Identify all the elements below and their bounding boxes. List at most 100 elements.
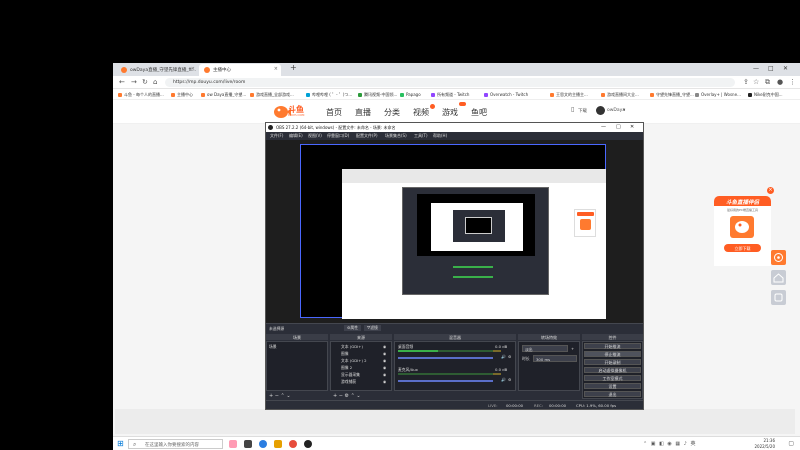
taskbar-search-input[interactable]: ⌕ 在这里输入你要搜索的内容 <box>128 439 223 449</box>
close-tab-icon[interactable]: × <box>274 66 278 72</box>
properties-button[interactable]: ⚙属性 <box>344 325 361 331</box>
virtual-camera-button[interactable]: 启动虚拟摄像机 <box>584 367 641 373</box>
scene-item[interactable]: 场景 <box>269 344 277 350</box>
settings-button[interactable]: 设置 <box>584 383 641 389</box>
eye-icon[interactable]: ◉ <box>383 372 386 377</box>
eye-icon[interactable]: ◉ <box>383 344 386 349</box>
minimize-icon[interactable]: — <box>753 65 759 72</box>
douyu-logo[interactable]: 斗鱼 DOUYU.COM <box>273 103 309 120</box>
menu-view[interactable]: 视图(V) <box>308 133 322 139</box>
menu-edit[interactable]: 编辑(E) <box>289 133 303 139</box>
notification-icon[interactable]: ▢ <box>788 440 794 447</box>
side-widget-button[interactable] <box>771 250 786 265</box>
new-tab-button[interactable]: + <box>290 63 297 72</box>
home-icon[interactable]: ⌂ <box>153 78 157 86</box>
speaker-icon[interactable]: 🔊 <box>501 377 506 382</box>
eye-icon[interactable]: ◉ <box>383 358 386 363</box>
windows-start-icon[interactable]: ⊞ <box>117 439 124 448</box>
gear-icon[interactable]: ⚙ <box>508 377 511 382</box>
side-app-button[interactable] <box>771 290 786 305</box>
menu-tools[interactable]: 工具(T) <box>414 133 428 139</box>
menu-scene-collection[interactable]: 场景集合(S) <box>385 133 407 139</box>
side-home-button[interactable] <box>771 270 786 285</box>
profile-icon[interactable]: ● <box>777 78 783 86</box>
chrome-icon[interactable] <box>289 440 297 448</box>
bookmark-item[interactable]: 守望先锋直播_守望... <box>650 92 694 98</box>
gear-icon[interactable]: ⚙ <box>508 354 511 359</box>
volume-slider[interactable] <box>398 380 493 382</box>
start-recording-button[interactable]: 开始录制 <box>584 359 641 365</box>
add-scene-icon[interactable]: + − ⌃ ⌄ <box>269 393 291 399</box>
plus-icon[interactable]: + <box>571 346 574 351</box>
eye-icon[interactable]: ◉ <box>383 365 386 370</box>
bookmark-item[interactable]: Nike耐克中国... <box>748 92 783 98</box>
bookmark-item[interactable]: 哔哩哔哩 ( ゜- ゜)つ... <box>306 92 352 98</box>
bookmark-item[interactable]: 游戏直播_全部游戏... <box>250 92 294 98</box>
close-window-icon[interactable]: ✕ <box>783 65 788 72</box>
extensions-icon[interactable]: ⧉ <box>765 78 770 87</box>
tab-douyu-live[interactable]: owDaya直播_守望先锋直播_ft... × <box>116 64 198 76</box>
avatar[interactable] <box>596 106 605 115</box>
bookmark-item[interactable]: 游戏直播间大全... <box>601 92 639 98</box>
stop-streaming-button[interactable]: 停止推流 <box>584 351 641 357</box>
url-input[interactable]: https://mp.douyu.com/live/room <box>165 78 735 87</box>
reload-icon[interactable]: ↻ <box>142 78 148 86</box>
taskbar-date[interactable]: 2022/5/20 <box>754 444 775 449</box>
close-promo-icon[interactable]: × <box>767 187 774 194</box>
duration-input[interactable]: 300 ms <box>533 355 577 362</box>
source-item[interactable]: 显示器采集 <box>341 372 360 378</box>
start-streaming-button[interactable]: 开始推流 <box>584 343 641 349</box>
chevron-down-icon[interactable]: ▾ <box>623 108 625 113</box>
speaker-icon[interactable]: 🔊 <box>501 354 506 359</box>
bookmark-item[interactable]: 王思文的主播主... <box>550 92 588 98</box>
file-explorer-icon[interactable] <box>274 440 282 448</box>
source-item[interactable]: 文本 (GDI+) 2 <box>341 358 367 364</box>
add-source-icon[interactable]: + − ⚙ ⌃ ⌄ <box>333 393 361 399</box>
nav-home[interactable]: 首页 <box>326 107 342 118</box>
bookmark-item[interactable]: 主播中心 <box>171 92 193 98</box>
menu-file[interactable]: 文件(F) <box>270 133 283 139</box>
studio-mode-button[interactable]: 工作室模式 <box>584 375 641 381</box>
close-tab-icon[interactable]: × <box>191 66 195 72</box>
eye-icon[interactable]: ◉ <box>383 379 386 384</box>
nav-games[interactable]: 游戏 <box>442 107 458 118</box>
menu-profile[interactable]: 配置文件(P) <box>356 133 378 139</box>
source-item[interactable]: 图像 <box>341 351 349 357</box>
download-link[interactable]: 下载 <box>578 108 587 114</box>
nav-category[interactable]: 分类 <box>384 107 400 118</box>
filters-button[interactable]: ⛛滤镜 <box>364 325 381 331</box>
nav-fishbar[interactable]: 鱼吧 <box>471 107 487 118</box>
source-item[interactable]: 文本 (GDI+) <box>341 344 363 350</box>
menu-icon[interactable]: ⋮ <box>789 78 796 86</box>
bookmark-item[interactable]: 斗鱼 - 每个人的直播... <box>118 92 164 98</box>
forward-icon[interactable]: → <box>131 78 137 86</box>
menu-docks[interactable]: 停靠窗口(D) <box>327 133 349 139</box>
nav-live[interactable]: 直播 <box>355 107 371 118</box>
bookmark-item[interactable]: ow Daya直播_守望... <box>201 92 246 98</box>
tab-streamer-center[interactable]: 主播中心 × <box>199 64 281 76</box>
preview-canvas[interactable] <box>300 144 606 319</box>
source-item[interactable]: 游戏捕获 <box>341 379 356 385</box>
volume-slider[interactable] <box>398 357 493 359</box>
eye-icon[interactable]: ◉ <box>383 351 386 356</box>
nav-video[interactable]: 视频 <box>413 107 429 118</box>
task-view-icon[interactable] <box>244 440 252 448</box>
obs-close-icon[interactable]: ✕ <box>630 124 634 130</box>
obs-minimize-icon[interactable]: — <box>601 124 606 130</box>
taskbar-time[interactable]: 21:36 <box>763 438 775 443</box>
source-item[interactable]: 图像 2 <box>341 365 352 371</box>
download-now-button[interactable]: 立即下载 <box>724 244 761 252</box>
system-tray-icons[interactable]: ⌃ ▣ ◧ ◉ ▦ ♪ 英 <box>643 440 696 447</box>
pinned-app-icon[interactable] <box>229 440 237 448</box>
edge-browser-icon[interactable] <box>259 440 267 448</box>
menu-help[interactable]: 帮助(H) <box>433 133 447 139</box>
bookmark-star-icon[interactable]: ☆ <box>753 78 759 86</box>
transition-select[interactable]: 淡出 <box>522 345 568 352</box>
obs-taskbar-icon[interactable] <box>304 440 312 448</box>
obs-maximize-icon[interactable]: □ <box>616 124 621 130</box>
bookmark-item[interactable]: Papago <box>400 92 421 97</box>
maximize-icon[interactable]: □ <box>768 65 774 72</box>
bookmark-item[interactable]: 所有频道 - Twitch <box>431 92 469 98</box>
bookmark-item[interactable]: Overlay+ | Wosne... <box>695 92 741 97</box>
phone-icon[interactable]: ▯ <box>571 106 574 113</box>
